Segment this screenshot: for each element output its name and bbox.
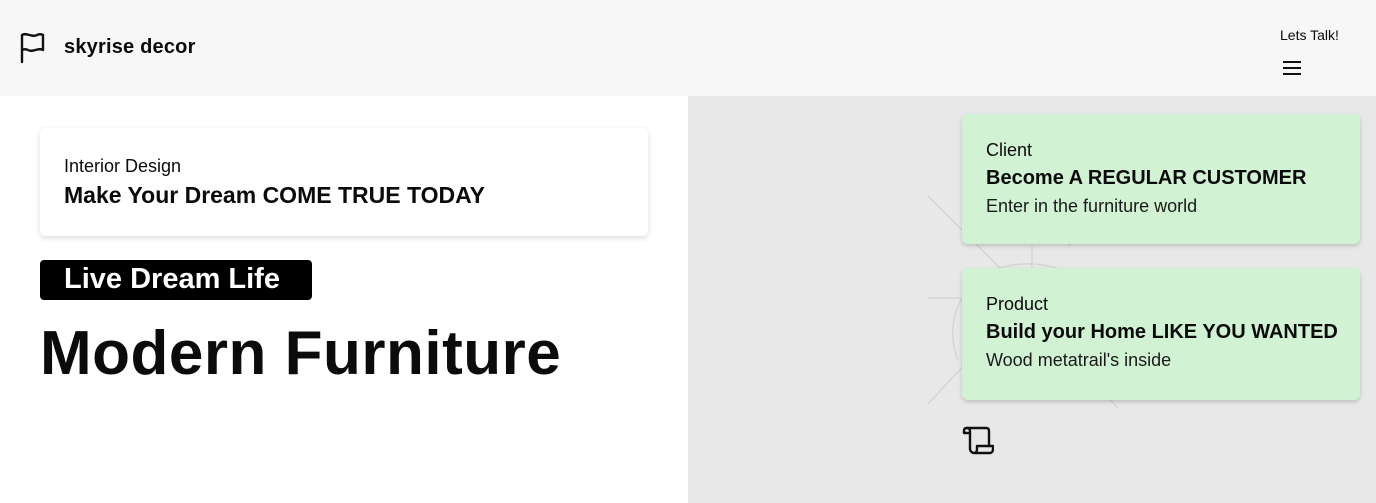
hero-right-section: Client Become A REGULAR CUSTOMER Enter i… [688,96,1376,503]
lets-talk-link[interactable]: Lets Talk! [1280,27,1339,43]
client-card[interactable]: Client Become A REGULAR CUSTOMER Enter i… [962,114,1360,244]
hamburger-menu-icon[interactable] [1282,60,1302,76]
site-header: skyrise decor Lets Talk! [0,0,1376,96]
scroll-icon[interactable] [962,424,994,456]
hero-left-section: Interior Design Make Your Dream COME TRU… [0,96,688,503]
product-card[interactable]: Product Build your Home LIKE YOU WANTED … [962,268,1360,400]
product-card-label: Product [986,294,1049,314]
brand-name[interactable]: skyrise decor [64,36,196,59]
client-card-label: Client [986,140,1033,160]
flag-icon[interactable] [18,32,46,64]
tagline-text: Live Dream Life [64,263,280,295]
intro-subtitle: Interior Design [64,156,182,176]
client-card-title: Become A REGULAR CUSTOMER [986,167,1307,189]
intro-card: Interior Design Make Your Dream COME TRU… [40,128,648,236]
product-card-title: Build your Home LIKE YOU WANTED [986,321,1338,343]
tagline-badge: Live Dream Life [40,260,312,300]
intro-title: Make Your Dream COME TRUE TODAY [64,182,485,208]
hero-title: Modern Furniture [40,319,562,388]
client-card-description: Enter in the furniture world [986,196,1198,216]
product-card-description: Wood metatrail's inside [986,350,1172,370]
